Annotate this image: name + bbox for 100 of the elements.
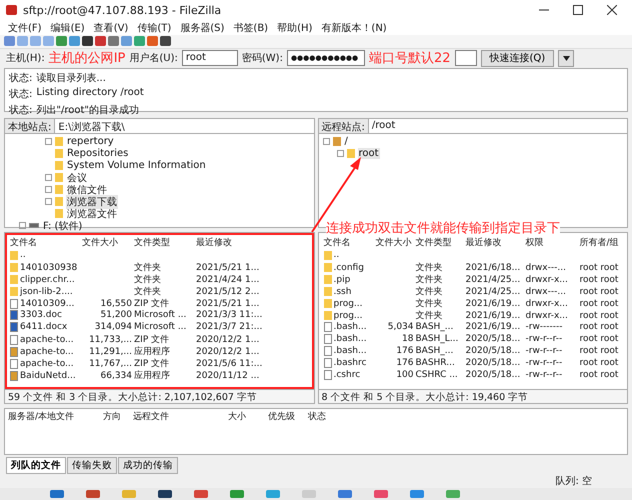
tree-item[interactable]: 会议 [66, 170, 88, 185]
column-header[interactable]: 最近修改 [196, 236, 308, 250]
column-header[interactable]: 优先级 [268, 410, 308, 423]
file-name[interactable]: .bash... [324, 334, 376, 344]
table-cell-text: -rw-r--r-- [526, 370, 564, 380]
expand-icon[interactable] [45, 186, 52, 194]
taskbar-icon[interactable] [86, 490, 100, 498]
dropdown-button[interactable] [558, 50, 574, 67]
site-path-field[interactable]: 本地站点: E:\浏览器下载\ [4, 118, 314, 134]
column-header[interactable]: 服务器/本地文件 [8, 410, 103, 423]
column-header[interactable]: 所有者/组 [580, 236, 622, 250]
password-label: 密码(W): [242, 52, 283, 66]
file-name[interactable]: .bashrc [324, 358, 376, 368]
host-label: 主机(H): [6, 52, 45, 66]
expand-icon[interactable] [45, 174, 52, 182]
column-header[interactable]: 文件类型 [134, 236, 196, 250]
column-header[interactable]: 最近修改 [466, 236, 526, 250]
menu-item[interactable]: 有新版本！(N) [321, 20, 387, 35]
column-header[interactable]: 状态 [308, 410, 348, 423]
tree-item[interactable]: root [358, 148, 380, 160]
tree-item[interactable]: 微信文件 [66, 182, 108, 197]
file-name[interactable]: apache-to... [10, 358, 82, 369]
menu-item[interactable]: 编辑(E) [50, 20, 85, 35]
file-name[interactable]: 1401030938 [10, 262, 82, 273]
expand-icon[interactable] [336, 150, 344, 158]
menu-item[interactable]: 书签(B) [233, 20, 268, 35]
taskbar-icon[interactable] [50, 490, 64, 498]
menu-item[interactable]: 文件(F) [8, 20, 42, 35]
menu-item[interactable]: 帮助(H) [277, 20, 312, 35]
table-cell-text: drwx---... [526, 286, 567, 297]
file-name[interactable]: clipper.chr... [10, 274, 82, 285]
menu-item[interactable]: 查看(V) [94, 20, 128, 35]
host-annotation: 主机的公网IP [48, 50, 126, 68]
menu-item[interactable]: 传输(T) [137, 20, 172, 35]
table-cell-text: drwxr-x... [526, 310, 569, 321]
tree-item[interactable]: 浏览器文件 [66, 206, 118, 221]
column-header[interactable]: 文件名 [10, 236, 82, 250]
file-name[interactable]: apache-to... [10, 334, 82, 345]
file-name[interactable]: .. [10, 250, 82, 260]
column-header[interactable]: 文件大小 [82, 236, 134, 250]
file-name[interactable]: 6411.docx [10, 322, 82, 332]
close-icon[interactable] [607, 5, 617, 16]
file-name[interactable]: .config [324, 262, 376, 273]
file-icon [10, 334, 18, 345]
tree-item[interactable]: F: (软件) [42, 218, 84, 233]
file-name[interactable]: prog... [324, 298, 376, 309]
file-name[interactable]: json-lib-2.... [10, 286, 82, 297]
file-name[interactable]: BaiduNetd... [10, 370, 82, 381]
file-icon [324, 334, 332, 344]
table-cell-text: 16,550 [100, 298, 133, 309]
expand-icon[interactable] [45, 138, 52, 146]
file-name[interactable]: .cshrc [324, 370, 376, 380]
file-name[interactable]: .bash... [324, 346, 376, 356]
column-header[interactable]: 权限 [526, 236, 580, 250]
queue-tab[interactable]: 传输失败 [67, 456, 117, 474]
table-cell-text: 100 [395, 370, 414, 380]
table-cell-text: root root [580, 310, 620, 321]
file-name[interactable]: 14010309... [10, 298, 82, 309]
table-cell-text: 2020/12/2 1... [196, 346, 260, 357]
file-name[interactable]: prog... [324, 310, 376, 321]
expand-icon[interactable] [322, 138, 330, 146]
table-cell-text: ZIP 文件 [134, 358, 170, 370]
column-header[interactable]: 方向 [103, 410, 133, 423]
file-name[interactable]: apache-to... [10, 346, 82, 357]
expand-icon[interactable] [45, 198, 52, 206]
maximize-icon[interactable] [573, 5, 583, 16]
file-name[interactable]: .bash... [324, 322, 376, 332]
tree-item[interactable]: repertory [66, 136, 115, 148]
table-cell-text: drwx---... [526, 262, 567, 273]
username-field[interactable]: root [182, 50, 238, 66]
tree-item[interactable]: System Volume Information [66, 160, 207, 172]
column-header[interactable]: 文件类型 [416, 236, 466, 250]
tree-item[interactable]: / [344, 136, 349, 148]
queue-tab[interactable]: 成功的传输 [118, 456, 178, 474]
column-header[interactable]: 文件大小 [376, 236, 416, 250]
site-path-field[interactable]: 远程站点: /root [318, 118, 628, 134]
column-header[interactable]: 远程文件 [133, 410, 228, 423]
caret-icon [562, 56, 570, 61]
file-name[interactable]: .ssh [324, 286, 376, 297]
table-cell-text: 文件夹 [416, 310, 444, 322]
column-header[interactable]: 文件名 [324, 236, 376, 250]
menu-item[interactable]: 服务器(S) [180, 20, 224, 35]
port-field[interactable] [454, 50, 476, 66]
file-name[interactable]: .pip [324, 274, 376, 285]
table-cell-text: root root [580, 274, 620, 285]
file-icon [324, 346, 332, 356]
table-cell-text: 文件夹 [416, 274, 444, 286]
queue-status: 队列: 空 [555, 474, 592, 488]
toolbar-icon[interactable] [82, 36, 93, 46]
column-header[interactable]: 大小 [228, 410, 268, 423]
toolbar-icon[interactable] [160, 36, 171, 46]
taskbar-icon[interactable] [158, 490, 172, 498]
queue-tab[interactable]: 列队的文件 [6, 456, 66, 474]
file-name[interactable]: 3303.doc [10, 310, 82, 320]
expand-icon[interactable] [19, 222, 26, 230]
quickconnect-button[interactable]: 快速连接(Q) [480, 50, 554, 67]
tree-item[interactable]: 浏览器下载 [66, 194, 118, 209]
table-cell-text: 2021/5/6 11:... [196, 358, 264, 369]
file-name[interactable]: .. [324, 250, 376, 260]
tree-item[interactable]: Repositories [66, 148, 130, 160]
